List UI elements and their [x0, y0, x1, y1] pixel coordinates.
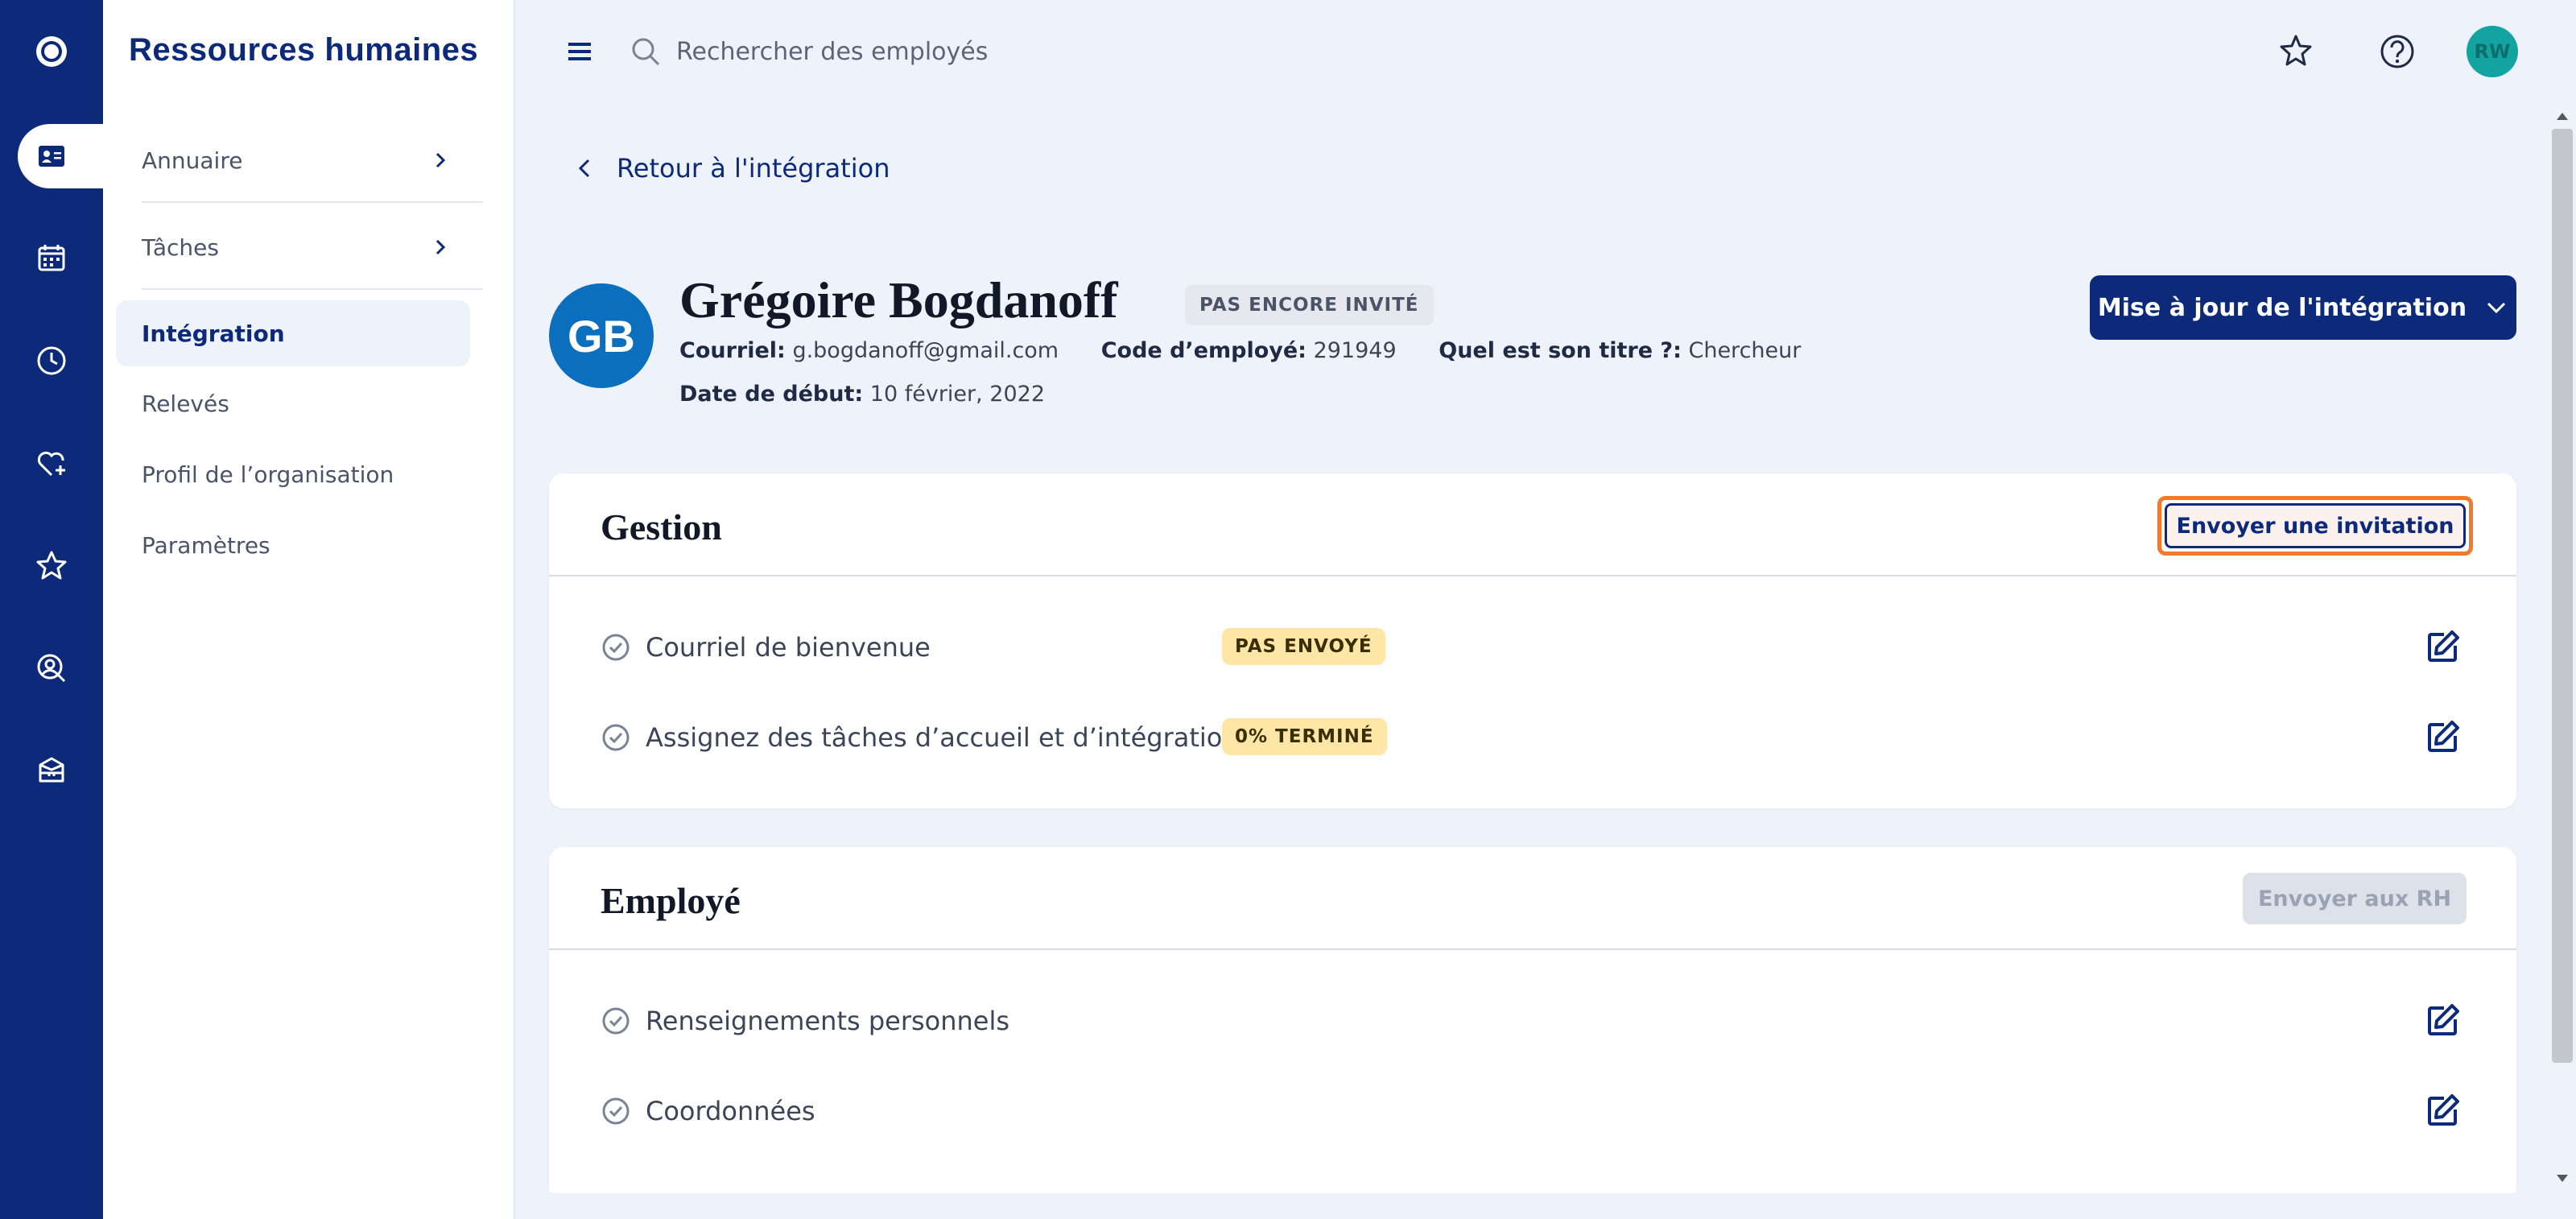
edit-icon[interactable]	[2423, 628, 2462, 667]
start-date-label: Date de début:	[679, 382, 864, 407]
update-integration-label: Mise à jour de l'intégration	[2097, 293, 2467, 322]
check-circle-icon	[602, 1097, 630, 1125]
status-badge: PAS ENVOYÉ	[1222, 628, 1385, 665]
viewport-bottom-edge	[515, 1193, 2550, 1219]
sidebar-item-label: Annuaire	[142, 147, 243, 174]
divider	[549, 575, 2516, 576]
check-circle-icon	[602, 634, 630, 661]
sidebar-item-integration[interactable]: Intégration	[116, 300, 470, 366]
gestion-card: Gestion Envoyer une invitation Courriel …	[549, 473, 2516, 808]
calendar-icon[interactable]	[19, 225, 84, 290]
sidebar-item-profil-organisation[interactable]: Profil de l’organisation	[116, 441, 470, 507]
star-icon[interactable]	[19, 533, 84, 597]
check-circle-icon	[602, 724, 630, 751]
row-label: Courriel de bienvenue	[646, 632, 931, 663]
update-integration-button[interactable]: Mise à jour de l'intégration	[2090, 275, 2516, 340]
divider	[549, 948, 2516, 950]
user-avatar[interactable]: RW	[2467, 26, 2518, 77]
menu-icon[interactable]	[562, 34, 597, 69]
divider	[142, 288, 483, 290]
sidebar-item-releves[interactable]: Relevés	[116, 370, 470, 436]
list-item: Courriel de bienvenue	[601, 623, 931, 671]
user-search-icon[interactable]	[19, 636, 84, 700]
logo-icon[interactable]	[19, 19, 84, 84]
row-label: Assignez des tâches d’accueil et d’intég…	[646, 722, 1239, 753]
edit-icon[interactable]	[2423, 1092, 2462, 1130]
employee-code-label: Code d’employé:	[1100, 338, 1307, 363]
email-label: Courriel:	[679, 338, 786, 363]
employee-name: Grégoire Bogdanoff	[679, 271, 1118, 329]
employee-meta-line-1: Courriel: g.bogdanoff@gmail.com Code d’e…	[679, 338, 1801, 363]
employee-card-icon[interactable]	[19, 124, 84, 188]
clock-icon[interactable]	[19, 329, 84, 393]
sidebar-item-label: Intégration	[142, 320, 285, 347]
back-link-label: Retour à l'intégration	[617, 153, 890, 184]
search-input[interactable]	[676, 24, 1401, 79]
employe-title: Employé	[601, 880, 741, 921]
sidebar-item-label: Tâches	[142, 233, 219, 261]
back-to-integration-link[interactable]: Retour à l'intégration	[573, 148, 890, 188]
scrollbar-thumb[interactable]	[2552, 129, 2573, 1063]
sidebar-item-parametres[interactable]: Paramètres	[116, 512, 470, 578]
gestion-title: Gestion	[601, 506, 722, 548]
employee-meta-line-2: Date de début: 10 février, 2022	[679, 382, 1045, 407]
row-label: Coordonnées	[646, 1096, 815, 1126]
invite-status-badge: PAS ENCORE INVITÉ	[1185, 285, 1434, 325]
scroll-down-arrow-icon[interactable]	[2553, 1169, 2571, 1187]
chevron-right-icon	[436, 152, 446, 168]
chevron-left-icon	[578, 159, 590, 178]
top-bar: RW	[515, 0, 2576, 103]
row-label: Renseignements personnels	[646, 1006, 1010, 1036]
check-circle-icon	[602, 1007, 630, 1035]
icon-rail	[0, 0, 103, 1219]
send-invitation-label: Envoyer une invitation	[2165, 503, 2466, 548]
chevron-down-icon	[2487, 302, 2506, 314]
list-item: Renseignements personnels	[601, 997, 1009, 1045]
divider	[142, 201, 483, 203]
list-item: Assignez des tâches d’accueil et d’intég…	[601, 713, 1239, 762]
email-value: g.bogdanoff@gmail.com	[792, 338, 1059, 363]
sidebar-item-annuaire[interactable]: Annuaire	[116, 127, 470, 193]
favorites-star-icon[interactable]	[2275, 31, 2317, 72]
send-invitation-button[interactable]: Envoyer une invitation	[2157, 496, 2473, 556]
list-item: Coordonnées	[601, 1087, 815, 1135]
employee-avatar: GB	[549, 283, 654, 388]
job-title-value: Chercheur	[1688, 338, 1802, 363]
sidebar-item-label: Relevés	[142, 390, 229, 417]
edit-icon[interactable]	[2423, 718, 2462, 757]
employe-card: Employé Envoyer aux RH Renseignements pe…	[549, 847, 2516, 1201]
heart-plus-icon[interactable]	[19, 432, 84, 496]
send-to-hr-button[interactable]: Envoyer aux RH	[2243, 873, 2467, 924]
job-title-label: Quel est son titre ?:	[1439, 338, 1682, 363]
search-icon	[632, 38, 660, 66]
scroll-up-arrow-icon[interactable]	[2553, 108, 2571, 126]
status-badge: 0% TERMINÉ	[1222, 718, 1387, 755]
employee-code-value: 291949	[1313, 338, 1397, 363]
sidebar-item-taches[interactable]: Tâches	[116, 214, 470, 280]
sidebar-item-label: Paramètres	[142, 531, 270, 559]
secondary-sidebar: Ressources humaines Annuaire Tâches Inté…	[103, 0, 515, 1219]
chevron-right-icon	[436, 239, 446, 255]
sidebar-item-label: Profil de l’organisation	[142, 461, 394, 488]
help-icon[interactable]	[2376, 31, 2418, 72]
edit-icon[interactable]	[2423, 1002, 2462, 1040]
start-date-value: 10 février, 2022	[869, 382, 1046, 407]
app-title: Ressources humaines	[129, 32, 479, 68]
box-icon[interactable]	[19, 739, 84, 804]
